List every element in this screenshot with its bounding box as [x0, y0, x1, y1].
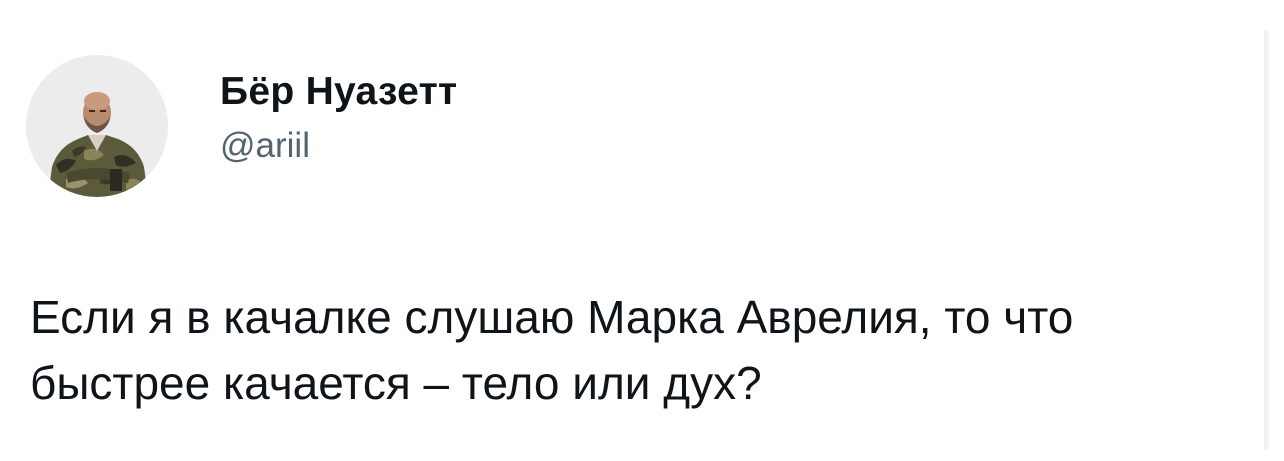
tweet-text-line-1: Если я в качалке слушаю Марка Аврелия, т… — [30, 291, 1074, 343]
avatar-image — [26, 55, 168, 197]
author-display-name[interactable]: Бёр Нуазетт — [220, 68, 457, 116]
tweet-card: Бёр Нуазетт @ariil Если я в качалке слуш… — [0, 0, 1284, 461]
author-handle[interactable]: @ariil — [220, 124, 457, 168]
tweet-text: Если я в качалке слушаю Марка Аврелия, т… — [30, 284, 1255, 416]
scrollbar-edge — [1264, 30, 1269, 450]
tweet-header: Бёр Нуазетт @ariil — [26, 55, 457, 197]
author-names: Бёр Нуазетт @ariil — [220, 68, 457, 168]
tweet-text-line-2: быстрее качается – тело или дух? — [30, 357, 762, 409]
avatar[interactable] — [26, 55, 168, 197]
